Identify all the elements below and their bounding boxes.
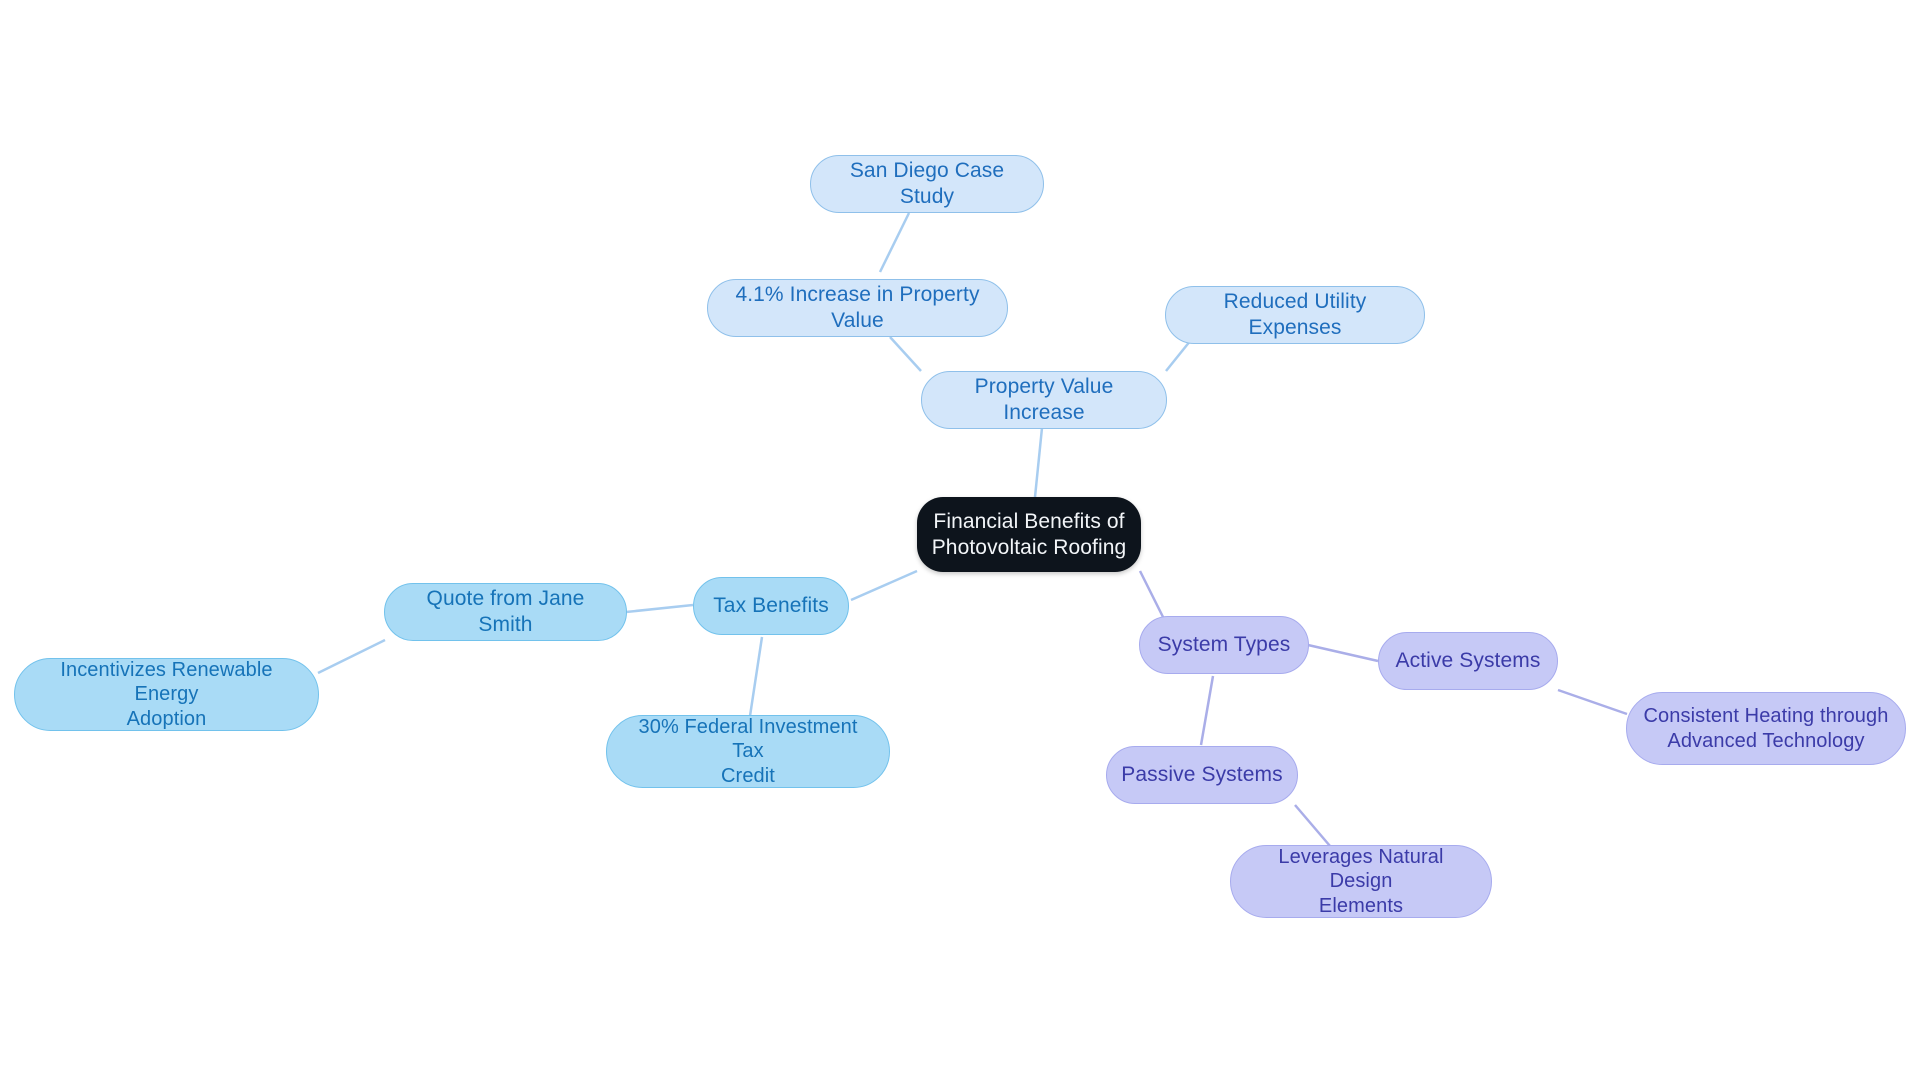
node-incentivizes-renewable-energy[interactable]: Incentivizes Renewable Energy Adoption [14, 658, 319, 731]
mind-map-canvas: Financial Benefits of Photovoltaic Roofi… [0, 0, 1920, 1083]
node-root-label: Financial Benefits of Photovoltaic Roofi… [931, 509, 1127, 559]
node-tax-benefits[interactable]: Tax Benefits [693, 577, 849, 635]
edge-root-to-system-types [1138, 570, 1165, 618]
edge-root-to-tax-benefits [850, 569, 918, 602]
node-federal-investment-tax-credit-label: 30% Federal Investment Tax Credit [638, 715, 858, 787]
edge-quote-to-incentivizes [317, 638, 386, 675]
node-federal-investment-tax-credit[interactable]: 30% Federal Investment Tax Credit [606, 715, 890, 788]
node-incentivizes-renewable-energy-label: Incentivizes Renewable Energy Adoption [60, 658, 273, 730]
node-reduced-utility-expenses[interactable]: Reduced Utility Expenses [1165, 286, 1425, 344]
edge-tax-benefits-to-tax-credit [748, 636, 764, 717]
node-tax-benefits-label: Tax Benefits [713, 594, 829, 618]
node-leverages-natural-design[interactable]: Leverages Natural Design Elements [1230, 845, 1492, 918]
node-quote-from-jane-smith[interactable]: Quote from Jane Smith [384, 583, 627, 641]
edge-system-types-to-active-systems [1307, 643, 1379, 663]
node-active-systems[interactable]: Active Systems [1378, 632, 1558, 690]
node-passive-systems[interactable]: Passive Systems [1106, 746, 1298, 804]
node-quote-from-jane-smith-label: Quote from Jane Smith [426, 587, 585, 636]
node-increase-in-property-value-label: 4.1% Increase in Property Value [735, 283, 980, 332]
edge-root-to-property-value-increase [1033, 417, 1045, 498]
node-root[interactable]: Financial Benefits of Photovoltaic Roofi… [917, 497, 1141, 572]
node-reduced-utility-expenses-label: Reduced Utility Expenses [1223, 290, 1367, 339]
node-increase-in-property-value[interactable]: 4.1% Increase in Property Value [707, 279, 1008, 337]
node-system-types-label: System Types [1157, 633, 1291, 657]
node-active-systems-label: Active Systems [1395, 649, 1541, 673]
node-consistent-heating-label: Consistent Heating through Advanced Tech… [1643, 705, 1889, 752]
edge-passive-systems-to-leverages-design [1294, 804, 1331, 847]
node-passive-systems-label: Passive Systems [1121, 763, 1283, 787]
node-leverages-natural-design-label: Leverages Natural Design Elements [1278, 845, 1444, 917]
edge-increase-property-value-to-san-diego [878, 212, 911, 273]
edge-property-value-increase-to-increase-property-value [889, 336, 922, 372]
node-system-types[interactable]: System Types [1139, 616, 1309, 674]
edge-active-systems-to-consistent-heating [1557, 688, 1628, 716]
node-property-value-increase[interactable]: Property Value Increase [921, 371, 1167, 429]
edge-tax-benefits-to-quote [625, 603, 694, 614]
node-san-diego-case-study[interactable]: San Diego Case Study [810, 155, 1044, 213]
node-san-diego-case-study-label: San Diego Case Study [849, 159, 1005, 208]
node-consistent-heating[interactable]: Consistent Heating through Advanced Tech… [1626, 692, 1906, 765]
edge-system-types-to-passive-systems [1199, 675, 1215, 746]
node-property-value-increase-label: Property Value Increase [974, 375, 1114, 424]
